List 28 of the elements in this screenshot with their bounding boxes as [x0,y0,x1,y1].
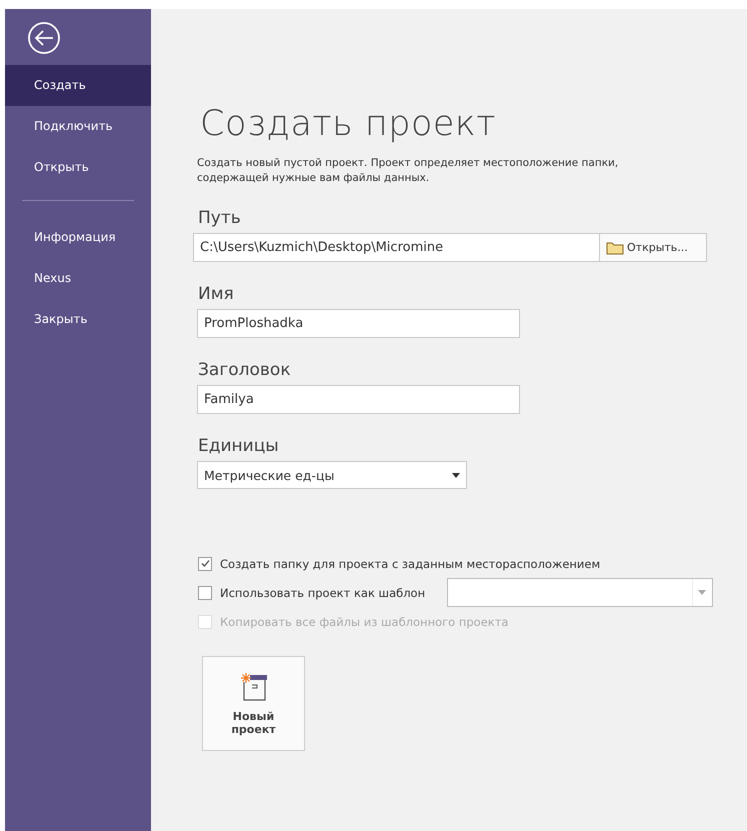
field-label: Имя [198,284,234,304]
checkbox-label: Копировать все файлы из шаблонного проекта [220,614,508,628]
folder-icon [606,240,624,254]
description: Создать новый пустой проект. Проект определяет местоположение папки, содержащей нужные вам файлы данных. [197,156,620,186]
field-label: Единицы [198,436,279,456]
input-field[interactable]: Familya [197,385,520,414]
checkbox-label: Использовать проект как шаблон [220,586,426,600]
sidebar-item[interactable]: Создать [5,65,151,106]
check-icon [200,558,210,569]
new-project-button[interactable]: Новый проект [202,656,305,751]
units-dropdown[interactable]: Метрические ед-цы [197,461,467,489]
sidebar-item[interactable]: Nexus [5,258,151,299]
sidebar-item[interactable]: Информация [5,217,151,258]
dropdown-arrow-icon [698,590,706,595]
sidebar-item[interactable]: Открыть [5,147,151,188]
sidebar-item[interactable]: Закрыть [5,299,151,340]
input-field[interactable]: PromPloshadka [197,309,520,338]
input-field[interactable]: C:\Users\Kuzmich\Desktop\Micromine [193,233,600,262]
field-label: Заголовок [198,360,291,380]
browse-button[interactable]: Открыть... [600,233,707,262]
dropdown-arrow-icon [452,472,460,478]
checkbox[interactable] [198,586,212,600]
checkbox-label: Создать папку для проекта с заданным месторасположением [220,556,600,570]
page-title: Создать проект [200,104,496,144]
new-project-icon [238,672,268,702]
field-label: Путь [198,208,241,228]
checkbox[interactable] [198,556,212,570]
sidebar-item[interactable]: Подключить [5,106,151,147]
